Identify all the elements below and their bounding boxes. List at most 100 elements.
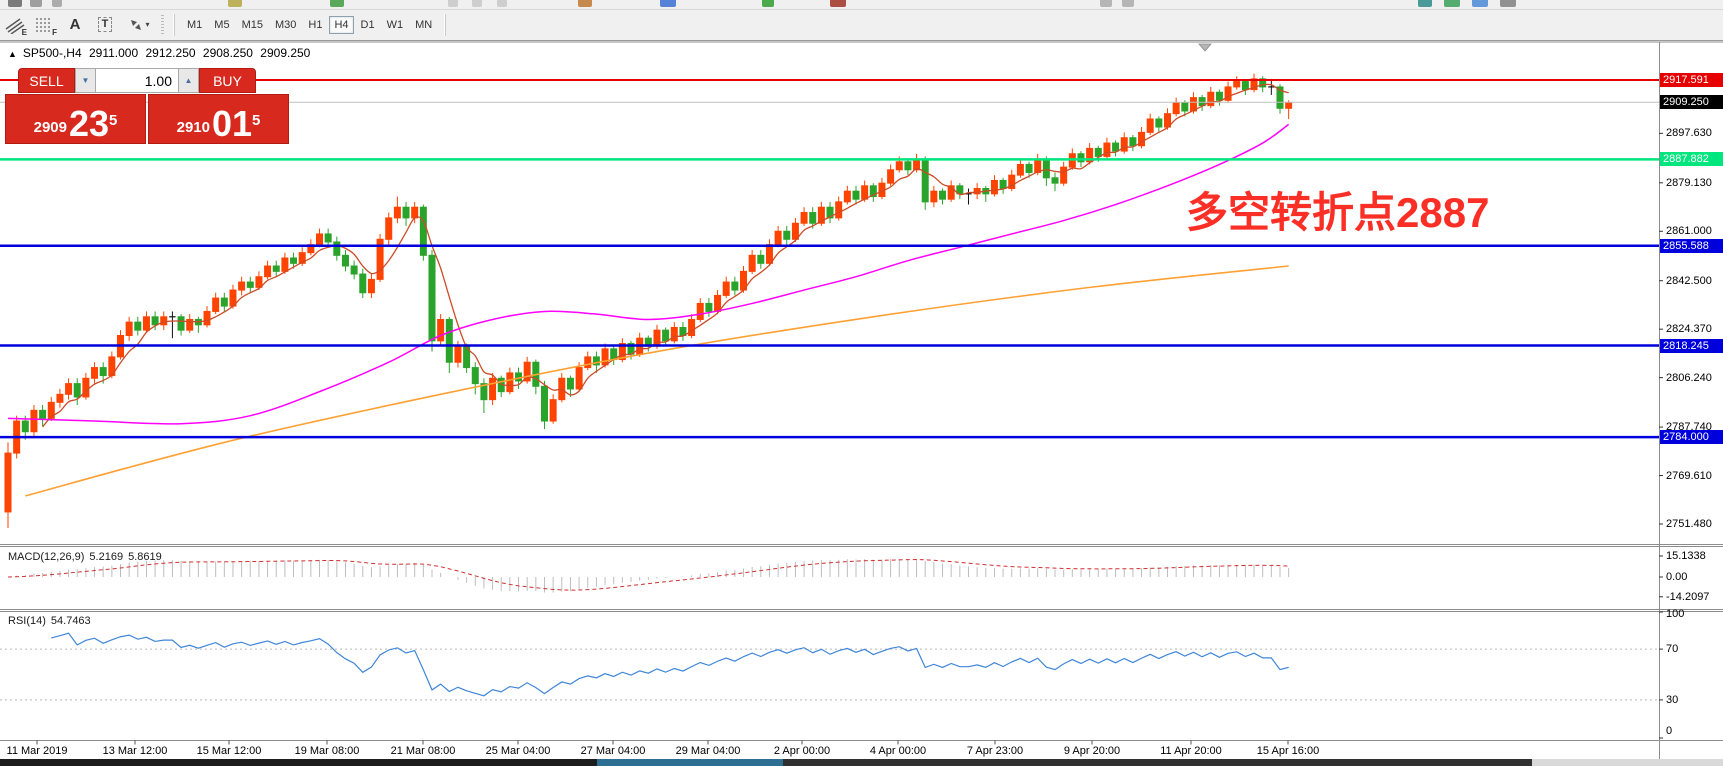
- mt4-terminal-window: E F A T ▾ M1M5M15M30H1H4D1W1MN: [0, 0, 1723, 766]
- toolbar-separator: [444, 14, 446, 36]
- toolbar-clipped-icon[interactable]: [762, 0, 774, 7]
- text-label-tool-button[interactable]: T: [92, 13, 118, 37]
- rsi-indicator-label: RSI(14) 54.7463: [8, 615, 96, 627]
- toolbar-clipped-icon[interactable]: [1418, 0, 1432, 7]
- macd-name: MACD(12,26,9): [8, 551, 84, 563]
- chart-window: ▲ SP500-,H4 2911.000 2912.250 2908.250 29…: [0, 40, 1723, 760]
- background-windows-strip: [0, 759, 1723, 766]
- toolbar-clipped-icon[interactable]: [228, 0, 242, 7]
- chart-title: ▲ SP500-,H4 2911.000 2912.250 2908.250 29…: [8, 46, 314, 60]
- date-tick-label: 13 Mar 12:00: [103, 745, 168, 757]
- price-line-label: 2855.588: [1660, 239, 1723, 253]
- date-tick-label: 4 Apr 00:00: [870, 745, 926, 757]
- toolbar-clipped-icon[interactable]: [30, 0, 42, 7]
- toolbar-clipped-icon[interactable]: [1472, 0, 1488, 7]
- timeframe-button-H4[interactable]: H4: [329, 16, 353, 34]
- arrows-tool-button[interactable]: ▾: [122, 13, 156, 37]
- background-window-fragment: [1532, 759, 1723, 766]
- date-tick-label: 15 Mar 12:00: [197, 745, 262, 757]
- toolbar-clipped-icon[interactable]: [1500, 0, 1516, 7]
- sell-price-display[interactable]: 2909235: [5, 94, 146, 144]
- macd-indicator-label: MACD(12,26,9)5.21695.8619: [8, 551, 167, 563]
- date-tick-label: 21 Mar 08:00: [391, 745, 456, 757]
- timeframe-button-MN[interactable]: MN: [410, 16, 437, 34]
- toolbar-separator: [173, 14, 175, 36]
- buy-price-display[interactable]: 2910015: [148, 94, 289, 144]
- ohlc-high: 2912.250: [145, 46, 195, 60]
- sell-price-sup: 5: [109, 101, 117, 141]
- timeframe-button-M15[interactable]: M15: [237, 16, 268, 34]
- toolbar-clipped-icon[interactable]: [660, 0, 676, 7]
- ohlc-low: 2908.250: [203, 46, 253, 60]
- toolbar-row-clipped: [0, 0, 1723, 10]
- date-tick-label: 19 Mar 08:00: [295, 745, 360, 757]
- ohlc-close: 2909.250: [260, 46, 310, 60]
- toolbar-clipped-icon[interactable]: [330, 0, 344, 7]
- macd-value-main: 5.2169: [89, 551, 123, 563]
- timeframe-button-W1[interactable]: W1: [382, 16, 409, 34]
- date-tick-label: 11 Mar 2019: [7, 745, 68, 757]
- toolbar-clipped-icon[interactable]: [1100, 0, 1112, 7]
- toolbar-clipped-icon[interactable]: [8, 0, 22, 7]
- arrows-icon: [128, 17, 144, 33]
- date-tick-label: 27 Mar 04:00: [581, 745, 646, 757]
- volume-increase-button[interactable]: ▲: [178, 68, 199, 93]
- date-tick-label: 2 Apr 00:00: [774, 745, 830, 757]
- rsi-name: RSI(14): [8, 615, 46, 627]
- fibonacci-f-label: F: [52, 28, 57, 37]
- timeframe-button-M30[interactable]: M30: [270, 16, 301, 34]
- background-window-fragment: [597, 759, 783, 766]
- date-tick-label: 9 Apr 20:00: [1064, 745, 1120, 757]
- buy-button[interactable]: BUY: [199, 68, 256, 93]
- fibonacci-tool-button[interactable]: F: [32, 13, 58, 37]
- toolbar-clipped-icon[interactable]: [1122, 0, 1134, 7]
- collapse-triangle-icon[interactable]: ▲: [8, 49, 17, 59]
- ohlc-open: 2911.000: [89, 46, 138, 60]
- toolbar-clipped-icon[interactable]: [448, 0, 458, 7]
- text-tool-icon: A: [70, 16, 81, 33]
- volume-input[interactable]: [96, 68, 178, 93]
- text-label-icon: T: [98, 17, 113, 32]
- equidistant-channel-tool-button[interactable]: E: [2, 13, 28, 37]
- time-axis[interactable]: 11 Mar 2019 13 Mar 12:00 15 Mar 12:00 19 Ma…: [0, 742, 1659, 760]
- sell-price-prefix: 2909: [34, 115, 67, 141]
- toolbar-clipped-icon[interactable]: [578, 0, 592, 7]
- date-tick-label: 11 Apr 20:00: [1160, 745, 1222, 757]
- toolbar-clipped-icon[interactable]: [830, 0, 846, 7]
- toolbar-clipped-icon[interactable]: [497, 0, 507, 7]
- toolbar-clipped-icon[interactable]: [472, 0, 482, 7]
- toolbar-row-main: E F A T ▾ M1M5M15M30H1H4D1W1MN: [0, 10, 1723, 39]
- timeframe-button-D1[interactable]: D1: [356, 16, 380, 34]
- date-tick-label: 15 Apr 16:00: [1257, 745, 1319, 757]
- background-window-fragment: [783, 759, 1532, 766]
- buy-price-big: 01: [212, 107, 252, 141]
- date-tick-label: 29 Mar 04:00: [676, 745, 741, 757]
- rsi-value: 54.7463: [51, 615, 91, 627]
- toolbar-clipped-icon[interactable]: [52, 0, 62, 7]
- text-tool-button[interactable]: A: [62, 13, 88, 37]
- timeframe-button-M1[interactable]: M1: [182, 16, 207, 34]
- background-window-fragment: [0, 759, 597, 766]
- chevron-down-icon: ▾: [145, 20, 149, 29]
- price-line-label: 2917.591: [1660, 73, 1723, 87]
- sell-button[interactable]: SELL: [18, 68, 75, 93]
- toolbar-clipped-icon[interactable]: [1444, 0, 1460, 7]
- chart-annotation-text: 多空转折点2887: [1186, 179, 1489, 240]
- buy-price-sup: 5: [252, 101, 260, 141]
- price-line-label: 2887.882: [1660, 152, 1723, 166]
- timeframe-group: M1M5M15M30H1H4D1W1MN: [181, 16, 438, 34]
- toolbar-grip: [161, 15, 164, 35]
- timeframe-button-H1[interactable]: H1: [303, 16, 327, 34]
- current-price-label: 2909.250: [1660, 95, 1723, 109]
- price-axis[interactable]: [1660, 41, 1723, 760]
- price-line-label: 2784.000: [1660, 430, 1723, 444]
- timeframe-button-M5[interactable]: M5: [209, 16, 234, 34]
- price-line-label: 2818.245: [1660, 339, 1723, 353]
- date-tick-label: 7 Apr 23:00: [967, 745, 1023, 757]
- one-click-trading-panel: SELL ▼ ▲ BUY 2909235 2910015: [5, 68, 289, 144]
- volume-decrease-button[interactable]: ▼: [75, 68, 96, 93]
- date-tick-label: 25 Mar 04:00: [486, 745, 551, 757]
- buy-price-prefix: 2910: [177, 115, 210, 141]
- chart-canvas[interactable]: [0, 41, 1723, 760]
- symbol-period-label: SP500-,H4: [23, 46, 82, 60]
